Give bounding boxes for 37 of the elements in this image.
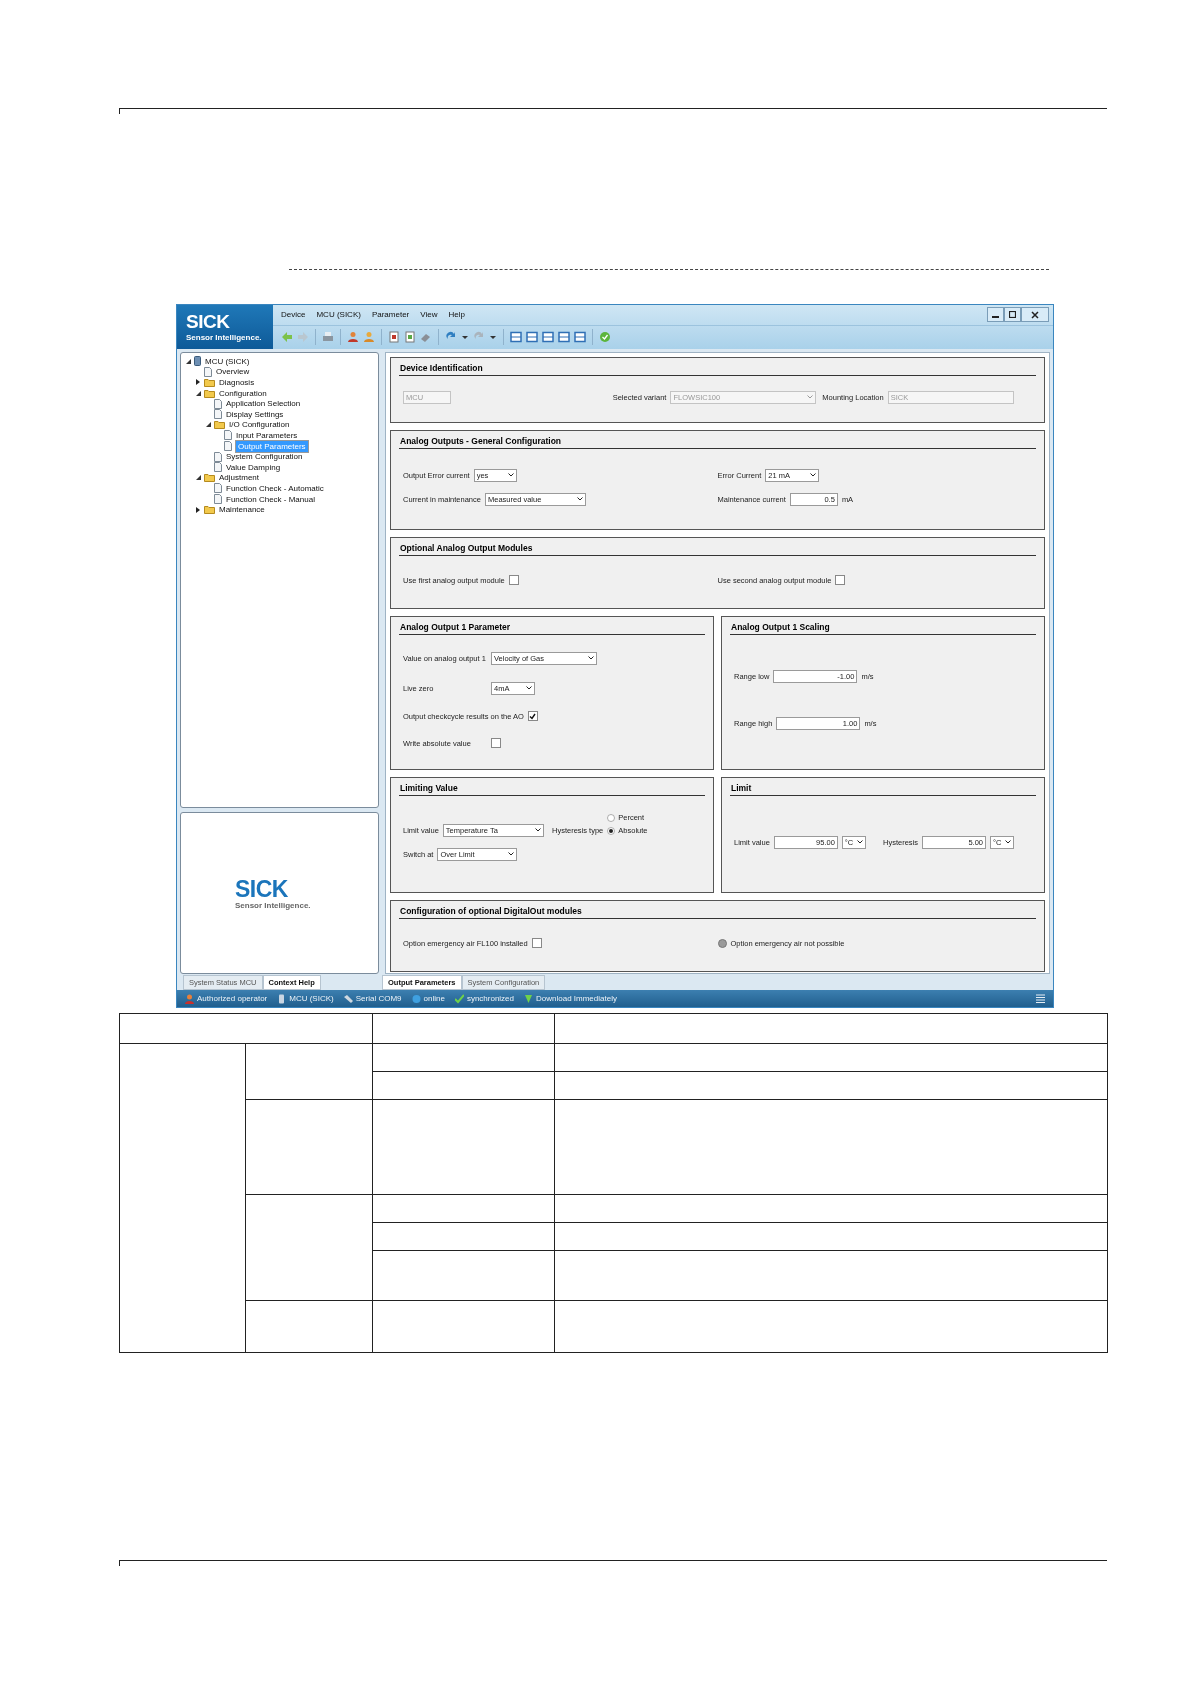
tree-item[interactable]: Function Check - Automatic [225,483,325,493]
tree-item[interactable]: Overview [215,367,251,377]
panel-title: Device Identification [399,362,484,375]
tree-item[interactable]: Function Check - Manual [225,494,316,504]
menu-item[interactable]: View [420,310,438,320]
panel-title: Configuration of optional DigitalOut modules [399,905,583,918]
panel-title: Limiting Value [399,782,459,795]
tree-item[interactable]: MCU (SICK) [204,356,251,366]
status-text: MCU (SICK) [289,994,334,1003]
tree-item[interactable]: I/O Configuration [228,420,291,430]
tree-item[interactable]: Adjustment [218,473,261,483]
logo-tagline: Sensor Intelligence. [186,331,263,343]
tree-item[interactable]: System Configuration [225,452,304,462]
logo-tagline: Sensor Intelligence. [235,900,311,910]
menu-item[interactable]: MCU (SICK) [316,310,361,320]
menu-item[interactable]: Device [281,310,306,320]
logo-name: SICK [235,876,288,901]
status-text: synchronized [466,994,514,1003]
tree-item[interactable]: Display Settings [225,409,285,419]
panel-title: Analog Output 1 Scaling [730,621,831,634]
status-text: Serial COM9 [355,994,402,1003]
panel-title: Analog Outputs - General Configuration [399,435,563,448]
status-text: Download Immediately [536,994,617,1003]
tree-item[interactable]: Maintenance [218,505,266,515]
panel-title: Analog Output 1 Parameter [399,621,512,634]
menu-item[interactable]: Parameter [371,310,410,320]
tree-item[interactable]: Configuration [218,388,268,398]
tree-item[interactable]: Value Damping [225,462,282,472]
status-text: Authorized operator [197,994,268,1003]
tree-item[interactable]: Input Parameters [235,430,299,440]
status-text: online [423,994,445,1003]
logo-name: SICK [186,311,231,332]
panel-title: Limit [730,782,753,795]
tree-item[interactable]: Application Selection [225,399,302,409]
tree-item[interactable]: Diagnosis [218,378,256,387]
panel-title: Optional Analog Output Modules [399,542,534,555]
menu-item[interactable]: Help [448,310,465,320]
